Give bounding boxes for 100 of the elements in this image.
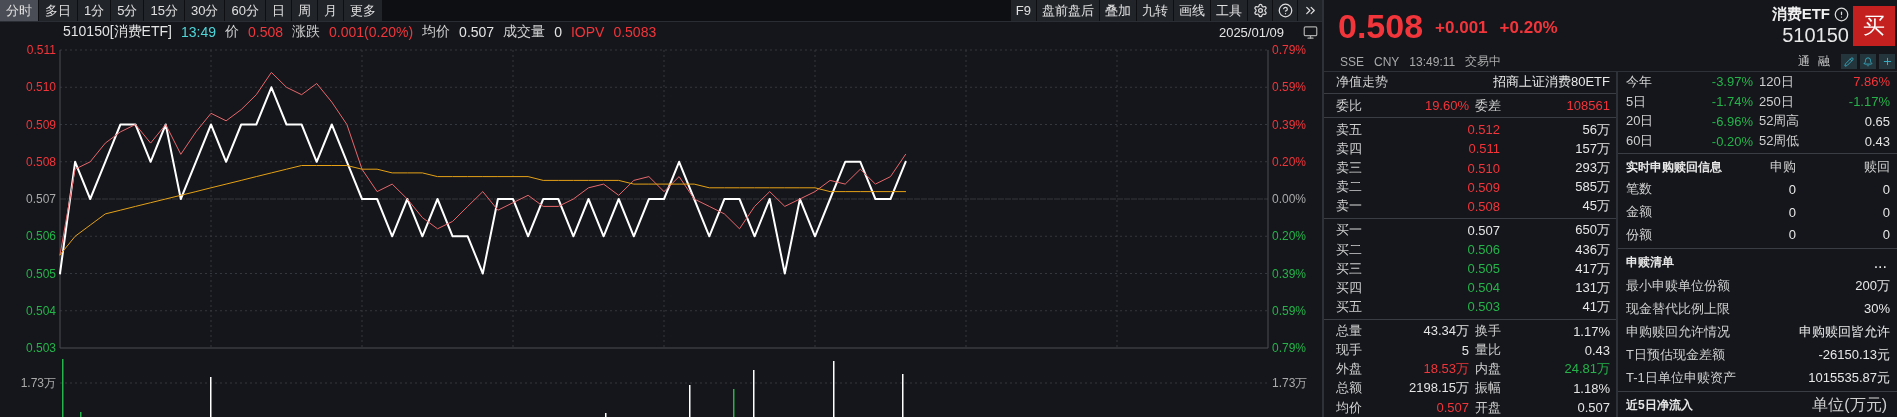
y-tick-label: 0.506 [25, 229, 57, 244]
row-value: -26150.13元 [1818, 345, 1890, 364]
volume-axis-label: 1.73万 [20, 376, 56, 390]
order-price: 0.506 [1466, 242, 1500, 258]
period-return: 0.43 [1863, 133, 1890, 149]
volume-axis-label: 1.73万 [1272, 376, 1308, 390]
row-label: 申购赎回允许情况 [1626, 322, 1731, 341]
toolbar-button[interactable]: 叠加 [1100, 0, 1136, 21]
stat-value: 18.53万 [1422, 360, 1469, 379]
order-price: 0.511 [1467, 141, 1500, 157]
help-button[interactable] [1273, 0, 1297, 21]
y-tick-label: 0.507 [25, 192, 57, 206]
order-price: 0.503 [1466, 299, 1500, 315]
order-volume: 417万 [1574, 259, 1610, 278]
more-button[interactable]: ... [1873, 253, 1887, 272]
edit-button[interactable] [1841, 54, 1857, 69]
period-tab[interactable]: 5分 [111, 0, 144, 21]
order-level-label: 买四 [1336, 278, 1363, 297]
order-volume: 650万 [1574, 221, 1610, 240]
table-cell-text: 0 [1787, 204, 1796, 220]
margin-label: 融 [1818, 53, 1830, 70]
period-tab[interactable]: 日 [265, 0, 291, 21]
quote-value: 0.508 [248, 24, 284, 40]
order-price: 0.507 [1466, 222, 1500, 238]
stat-value: 0.43 [1583, 342, 1610, 358]
order-volume: 56万 [1581, 120, 1610, 139]
row-label: 份额 [1626, 225, 1653, 244]
toolbar-button[interactable]: 盘前盘后 [1037, 0, 1099, 21]
row-value: 1015535.87元 [1808, 368, 1890, 387]
table-cell-text: 0 [1881, 227, 1890, 243]
period-tab[interactable]: 多日 [39, 0, 77, 21]
stat-value: 5 [1460, 342, 1469, 358]
quote-value: 0.001(0.20%) [329, 24, 414, 40]
quote-value: 0.5083 [613, 24, 657, 40]
stat-label: 总额 [1336, 379, 1363, 398]
y-tick-label: 0.503 [25, 341, 57, 355]
order-price: 0.512 [1466, 122, 1500, 138]
monitor-icon[interactable] [1303, 24, 1318, 40]
y-tick-label: 0.509 [25, 117, 57, 132]
settings-button[interactable] [1248, 0, 1272, 21]
period-tab[interactable]: 15分 [144, 0, 184, 21]
period-tab[interactable]: 更多 [343, 0, 382, 21]
order-volume: 41万 [1581, 297, 1610, 316]
stat-label: 均价 [1336, 398, 1363, 417]
period-tab[interactable]: 30分 [184, 0, 225, 21]
alert-bell-button[interactable] [1860, 54, 1876, 69]
quote-label: 价 [225, 23, 239, 41]
stat-label: 现手 [1336, 341, 1363, 360]
nav-trend-link[interactable]: 净值走势 [1336, 72, 1473, 91]
period-label: 20日 [1626, 112, 1655, 131]
toolbar-button[interactable]: 画线 [1174, 0, 1210, 21]
percent-change: +0.20% [1499, 18, 1558, 38]
period-label: 120日 [1758, 72, 1795, 91]
column-header: 赎回 [1863, 158, 1890, 177]
period-return: -0.20% [1710, 133, 1753, 149]
period-tab[interactable]: 1分 [78, 0, 111, 21]
table-cell-text: 0 [1881, 181, 1890, 197]
order-volume: 157万 [1574, 139, 1610, 158]
period-label: 52周低 [1758, 132, 1801, 151]
date-label: 2025/01/09 [1218, 24, 1284, 40]
stat-value: 1.17% [1572, 323, 1610, 339]
row-label: 现金替代比例上限 [1626, 299, 1731, 318]
buy-button[interactable]: 买 [1853, 6, 1895, 46]
toolbar-button[interactable]: F9 [1010, 0, 1036, 21]
margin-label: 通 [1798, 53, 1810, 70]
order-level-label: 卖一 [1336, 197, 1363, 216]
section-title: 实时申购赎回信息 [1626, 158, 1723, 176]
period-label: 250日 [1758, 92, 1795, 111]
stat-label: 总量 [1336, 322, 1363, 341]
period-tab[interactable]: 60分 [225, 0, 265, 21]
gear-icon [1252, 3, 1268, 18]
stat-label: 振幅 [1474, 379, 1502, 398]
stat-label: 内盘 [1474, 360, 1502, 379]
order-price: 0.504 [1466, 280, 1500, 296]
collapse-button[interactable] [1298, 0, 1322, 21]
period-return: 7.86% [1852, 74, 1890, 90]
order-price: 0.505 [1466, 261, 1500, 277]
row-value: 108561 [1565, 98, 1610, 114]
add-button[interactable] [1879, 54, 1895, 69]
period-tab[interactable]: 分时 [0, 0, 38, 21]
period-tab[interactable]: 月 [317, 0, 343, 21]
order-level-label: 买五 [1336, 297, 1363, 316]
price-change: +0.001 [1435, 18, 1488, 38]
table-cell-text: 0 [1787, 227, 1796, 243]
y-tick-label: 0.508 [25, 154, 57, 169]
quote-label: 涨跌 [292, 23, 321, 41]
table-cell-text: 0 [1881, 204, 1890, 220]
period-tab[interactable]: 周 [291, 0, 317, 21]
toolbar-button[interactable]: 工具 [1211, 0, 1247, 21]
order-level-label: 买二 [1336, 240, 1363, 259]
stat-value: 43.34万 [1422, 322, 1469, 341]
toolbar-button[interactable]: 九转 [1137, 0, 1173, 21]
period-label: 今年 [1626, 72, 1653, 91]
quote-time: 13:49:11 [1409, 54, 1456, 69]
currency-label: CNY [1374, 54, 1400, 69]
alert-icon[interactable] [1834, 7, 1849, 22]
row-label: T-1日单位申赎资产 [1626, 368, 1737, 387]
help-icon [1277, 3, 1293, 18]
quote-label: 成交量 [503, 23, 546, 41]
stat-value: 2198.15万 [1408, 379, 1469, 398]
